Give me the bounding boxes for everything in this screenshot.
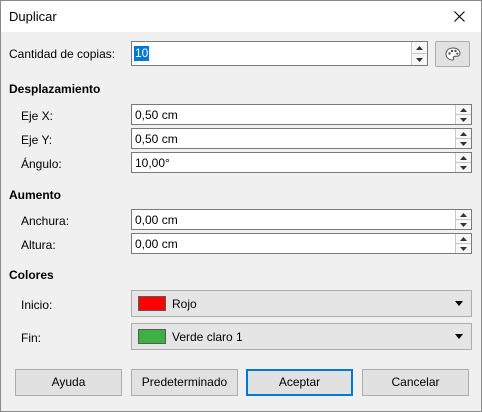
copies-decrement-button[interactable] (411, 53, 427, 65)
chevron-up-icon (416, 45, 423, 50)
colors-heading: Colores (9, 268, 54, 282)
x-decrement-button[interactable] (455, 114, 471, 124)
duplicate-dialog: Duplicar Cantidad de copias: 10 Desplaza… (0, 0, 482, 412)
close-icon (453, 11, 465, 22)
angle-value[interactable]: 10,00° (135, 156, 170, 170)
chevron-down-icon (416, 57, 423, 62)
chevron-up-icon (460, 107, 467, 112)
height-decrement-button[interactable] (455, 243, 471, 253)
start-color-swatch (138, 296, 166, 311)
dialog-title: Duplicar (9, 9, 57, 24)
close-button[interactable] (437, 1, 481, 32)
angle-decrement-button[interactable] (455, 162, 471, 172)
height-value[interactable]: 0,00 cm (135, 237, 178, 251)
y-axis-label: Eje Y: (21, 133, 53, 147)
start-color-value: Rojo (172, 297, 197, 311)
end-color-value: Verde claro 1 (172, 330, 243, 344)
y-axis-value[interactable]: 0,50 cm (135, 132, 178, 146)
width-spinbox[interactable]: 0,00 cm (131, 209, 472, 230)
palette-icon (444, 47, 461, 61)
default-button[interactable]: Predeterminado (131, 369, 238, 396)
angle-label: Ángulo: (21, 157, 62, 171)
end-color-swatch (138, 329, 166, 344)
chevron-down-icon (460, 222, 467, 227)
copies-label: Cantidad de copias: (9, 47, 116, 61)
y-increment-button[interactable] (455, 129, 471, 138)
chevron-up-icon (460, 155, 467, 160)
end-color-label: Fin: (21, 331, 42, 345)
angle-spinbox[interactable]: 10,00° (131, 152, 472, 173)
values-from-selection-button[interactable] (435, 41, 470, 67)
enlargement-heading: Aumento (9, 188, 61, 202)
start-color-dropdown[interactable]: Rojo (131, 290, 472, 317)
y-axis-spinbox[interactable]: 0,50 cm (131, 128, 472, 149)
x-axis-value[interactable]: 0,50 cm (135, 108, 178, 122)
angle-increment-button[interactable] (455, 153, 471, 162)
copies-increment-button[interactable] (411, 42, 427, 53)
width-value[interactable]: 0,00 cm (135, 213, 178, 227)
width-label: Anchura: (21, 214, 70, 228)
chevron-up-icon (460, 131, 467, 136)
dropdown-arrow-icon (455, 301, 463, 306)
displacement-heading: Desplazamiento (9, 82, 101, 96)
x-axis-spinbox[interactable]: 0,50 cm (131, 104, 472, 125)
chevron-down-icon (460, 117, 467, 122)
chevron-down-icon (460, 141, 467, 146)
width-increment-button[interactable] (455, 210, 471, 219)
help-button[interactable]: Ayuda (15, 369, 122, 396)
x-increment-button[interactable] (455, 105, 471, 114)
chevron-up-icon (460, 236, 467, 241)
chevron-down-icon (460, 246, 467, 251)
copies-spinbox[interactable]: 10 (131, 41, 428, 66)
copies-value[interactable]: 10 (134, 46, 150, 61)
end-color-dropdown[interactable]: Verde claro 1 (131, 323, 472, 350)
x-axis-label: Eje X: (21, 109, 54, 123)
chevron-up-icon (460, 212, 467, 217)
y-decrement-button[interactable] (455, 138, 471, 148)
dropdown-arrow-icon (455, 334, 463, 339)
height-increment-button[interactable] (455, 234, 471, 243)
height-label: Altura: (21, 238, 56, 252)
title-bar: Duplicar (1, 1, 481, 32)
start-color-label: Inicio: (21, 298, 53, 312)
height-spinbox[interactable]: 0,00 cm (131, 233, 472, 254)
ok-button[interactable]: Aceptar (246, 369, 353, 396)
cancel-button[interactable]: Cancelar (362, 369, 469, 396)
width-decrement-button[interactable] (455, 219, 471, 229)
chevron-down-icon (460, 165, 467, 170)
